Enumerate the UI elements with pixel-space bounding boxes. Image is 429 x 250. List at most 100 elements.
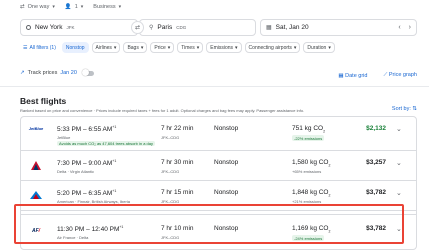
price-graph-button[interactable]: ⟋ Price graph (383, 72, 417, 79)
flight-route: JFK–CDG (161, 169, 180, 174)
air-france-stripe-icon: / (38, 228, 41, 234)
filter-price[interactable]: Price ▾ (150, 42, 175, 53)
view-links: ▦ Date grid ⟋ Price graph (338, 72, 417, 79)
flight-row[interactable]: 7:30 PM – 9:00 AM+1 Delta · Virgin Atlan… (21, 151, 416, 181)
sort-icon: ⇅ (412, 106, 417, 112)
flight-stops: Nonstop (214, 225, 239, 232)
cabin-select[interactable]: Business ▾ (93, 4, 121, 10)
co2-amount: 1,848 kg CO2 (292, 189, 330, 197)
track-prices-label: Track prices (27, 70, 58, 76)
co2-amount: 751 kg CO2 (292, 125, 325, 133)
expand-chevron-icon[interactable]: ⌄ (396, 159, 402, 167)
filter-label: Bags (127, 44, 139, 51)
flight-stops: Nonstop (214, 189, 239, 196)
sort-by-button[interactable]: Sort by: ⇅ (392, 106, 417, 112)
caret-down-icon: ▾ (235, 44, 238, 51)
flight-duration: 7 hr 30 min (161, 159, 194, 166)
co2-amount: 1,169 kg CO2 (292, 225, 330, 233)
destination-city: Paris (157, 24, 173, 31)
date-grid-button[interactable]: ▦ Date grid (338, 73, 367, 79)
next-date-icon[interactable]: › (409, 24, 411, 31)
delta-logo (29, 160, 43, 170)
top-selectors: ⇄ One way ▾ 👤 1 ▾ Business ▾ (20, 4, 121, 10)
american-eagle-icon (30, 191, 42, 199)
co2-subscript: 2 (328, 163, 331, 168)
cabin-label: Business (93, 4, 116, 10)
flight-times: 5:33 PM – 6:55 AM+1 (57, 125, 116, 133)
sort-by-label: Sort by: (391, 106, 411, 112)
time-text: 5:33 PM – 6:55 AM (57, 126, 113, 134)
flight-price: $2,132 (366, 125, 386, 132)
airline-name: Air France · Delta (57, 235, 89, 240)
expand-chevron-icon[interactable]: ⌄ (396, 189, 402, 197)
filter-connecting-airports[interactable]: Connecting airports ▾ (244, 42, 301, 53)
co2-text: 1,580 kg CO (292, 159, 329, 166)
flight-route: JFK–CDG (161, 199, 180, 204)
calendar-icon: ▦ (266, 25, 272, 31)
flight-duration: 7 hr 22 min (161, 125, 194, 132)
date-field[interactable]: ▦ Sat, Jan 20 ‹ › (260, 19, 417, 36)
caret-down-icon: ▾ (113, 44, 117, 51)
flight-row[interactable]: JetBlue 5:33 PM – 6:55 AM+1 JetBlue Avoi… (21, 117, 416, 151)
flight-row[interactable]: 5:20 PM – 6:35 AM+1 American · Finnair, … (21, 181, 416, 211)
flight-times: 11:30 PM – 12:40 PM+1 (57, 225, 123, 233)
grid-icon: ▦ (338, 72, 344, 79)
filter-duration[interactable]: Duration ▾ (303, 42, 335, 53)
origin-city: New York (35, 24, 63, 31)
flight-duration: 7 hr 10 min (161, 225, 194, 232)
next-day: +1 (112, 189, 117, 193)
caret-down-icon: ▾ (52, 4, 55, 10)
filter-bags[interactable]: Bags ▾ (123, 42, 148, 53)
flight-route: JFK–CDG (161, 135, 180, 140)
next-day: +1 (112, 159, 117, 163)
expand-chevron-icon[interactable]: ⌄ (396, 125, 402, 133)
air-france-logo: AF / (29, 226, 43, 236)
track-prices-date: Jan 20 (60, 70, 77, 76)
swap-icon: ⇄ (134, 25, 141, 31)
previous-date-icon[interactable]: ‹ (398, 24, 400, 31)
passengers-label: 1 (74, 4, 78, 10)
departure-date: Sat, Jan 20 (275, 24, 309, 31)
destination-field[interactable]: ⚲ Paris CDG (139, 19, 256, 36)
caret-down-icon: ▾ (167, 44, 171, 51)
co2-subscript: 2 (323, 129, 326, 134)
flight-price: $3,782 (366, 189, 386, 196)
filter-label: Nonstop (65, 44, 85, 51)
filter-airlines[interactable]: Airlines ▾ (91, 42, 121, 53)
flight-price: $3,257 (366, 159, 386, 166)
swap-button[interactable]: ⇄ (131, 21, 144, 34)
filter-emissions[interactable]: Emissions ▾ (206, 42, 242, 53)
origin-circle-icon (26, 25, 31, 30)
origin-code: JFK (66, 25, 75, 30)
passengers-select[interactable]: 👤 1 ▾ (65, 4, 83, 10)
co2-subscript: 2 (328, 193, 331, 198)
emissions-badge: -24% emissions (292, 235, 325, 241)
destination-code: CDG (176, 25, 187, 30)
american-logo (29, 190, 43, 200)
filter-times[interactable]: Times ▾ (177, 42, 204, 53)
caret-down-icon: ▾ (328, 44, 331, 51)
track-prices: ↗ Track prices Jan 20 (20, 69, 94, 76)
emissions-badge: -22% emissions (292, 135, 325, 141)
expand-chevron-icon[interactable]: ⌄ (396, 225, 402, 233)
filter-bar: ☰ All filters (1) Nonstop Airlines ▾ Bags… (20, 42, 335, 53)
all-filters-button[interactable]: ☰ All filters (1) (20, 42, 59, 53)
trip-type-select[interactable]: ⇄ One way ▾ (20, 4, 55, 10)
flight-route: JFK–CDG (161, 235, 180, 240)
flight-row[interactable]: AF/ 11:30 PM – 12:40 PM+1 Air France · D… (21, 215, 416, 249)
flight-times: 7:30 PM – 9:00 AM+1 (57, 159, 116, 167)
flight-price: $3,782 (366, 225, 386, 232)
trip-type-label: One way (27, 4, 50, 10)
caret-down-icon: ▾ (196, 44, 200, 51)
caret-down-icon: ▾ (80, 4, 84, 10)
delta-triangle-icon (31, 160, 41, 170)
next-day: +1 (119, 225, 124, 229)
best-flights-title: Best flights (20, 96, 67, 106)
next-day: +1 (112, 125, 117, 129)
track-prices-toggle[interactable] (81, 69, 94, 76)
filter-nonstop[interactable]: Nonstop (61, 42, 89, 53)
origin-field[interactable]: New York JFK (20, 19, 138, 36)
time-text: 5:20 PM – 6:35 AM (57, 190, 113, 198)
time-text: 11:30 PM – 12:40 PM (57, 226, 120, 234)
all-filters-label: All filters (1) (29, 44, 56, 51)
